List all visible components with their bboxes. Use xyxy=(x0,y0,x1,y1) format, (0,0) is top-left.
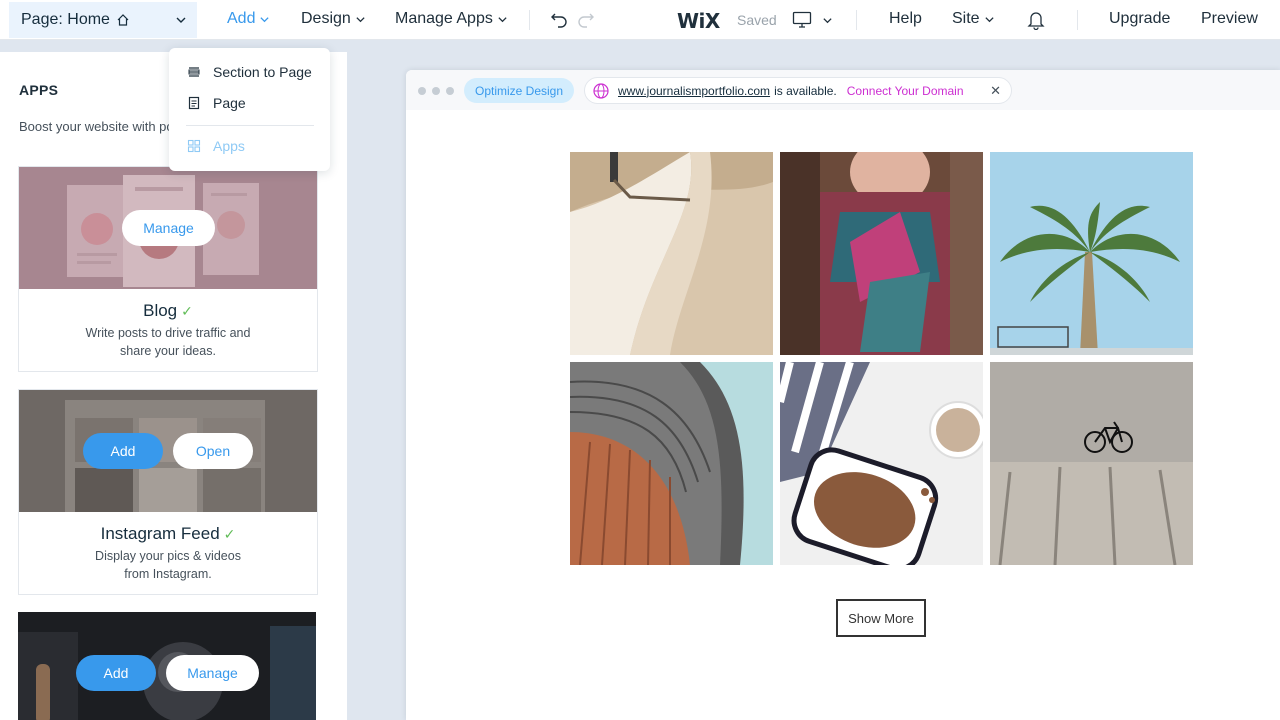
preview-button[interactable]: Preview xyxy=(1201,10,1258,28)
bell-icon xyxy=(1027,12,1045,30)
page-selector[interactable]: Page: Home xyxy=(9,2,197,38)
app-description-line: share your ideas. xyxy=(120,344,216,358)
app-name-label: Instagram Feed xyxy=(100,524,220,543)
site-canvas[interactable]: Optimize Design www.journalismportfolio.… xyxy=(406,70,1280,720)
chevron-down-icon xyxy=(984,16,994,22)
design-menu-label: Design xyxy=(301,10,351,27)
upgrade-button[interactable]: Upgrade xyxy=(1109,10,1170,28)
panel-title: APPS xyxy=(19,82,59,98)
manage-apps-label: Manage Apps xyxy=(395,10,493,27)
section-icon xyxy=(188,67,200,77)
apps-icon xyxy=(187,139,201,153)
site-menu-label: Site xyxy=(952,10,980,27)
add-menu-button[interactable]: Add xyxy=(227,10,270,28)
check-icon: ✓ xyxy=(181,303,193,319)
help-menu-button[interactable]: Help xyxy=(889,10,922,28)
undo-icon xyxy=(551,13,567,28)
desktop-icon xyxy=(792,11,812,28)
browser-bar: Optimize Design www.journalismportfolio.… xyxy=(406,70,1280,110)
third-app-add-button[interactable]: Add xyxy=(76,655,156,691)
app-name-instagram-feed: Instagram Feed ✓ xyxy=(19,524,317,544)
app-name-label: Blog xyxy=(143,301,178,320)
app-description-instagram: Display your pics & videos from Instagra… xyxy=(19,547,317,583)
instagram-add-button[interactable]: Add xyxy=(83,433,163,469)
gallery-photo-beach[interactable] xyxy=(570,152,773,355)
notifications-button[interactable] xyxy=(1027,10,1045,30)
design-menu-button[interactable]: Design xyxy=(301,10,366,28)
page-icon xyxy=(188,96,200,110)
show-more-button[interactable]: Show More xyxy=(836,599,926,637)
gallery-photo-woman-scarf[interactable] xyxy=(780,152,983,355)
instagram-open-button[interactable]: Open xyxy=(173,433,253,469)
optimize-design-button[interactable]: Optimize Design xyxy=(464,78,574,103)
add-menu-label: Add xyxy=(227,10,256,27)
chevron-down-icon xyxy=(823,17,832,23)
gallery-photo-coffee-snack[interactable] xyxy=(780,362,983,565)
app-card-third[interactable]: Add Manage xyxy=(18,612,318,720)
menu-item-apps[interactable]: Apps xyxy=(187,138,245,154)
saved-status: Saved xyxy=(737,12,777,28)
domain-url[interactable]: www.journalismportfolio.com xyxy=(618,84,770,98)
site-menu-button[interactable]: Site xyxy=(952,10,995,28)
third-app-manage-button[interactable]: Manage xyxy=(166,655,259,691)
app-name-blog: Blog ✓ xyxy=(19,301,317,321)
manage-apps-menu-button[interactable]: Manage Apps xyxy=(395,10,508,28)
domain-available-text: is available. xyxy=(774,83,837,98)
divider xyxy=(529,10,530,30)
device-switch-button[interactable] xyxy=(792,11,833,29)
menu-item-section-to-page[interactable]: Section to Page xyxy=(187,64,312,80)
app-description-line: Display your pics & videos xyxy=(95,549,241,563)
menu-item-label: Apps xyxy=(213,138,245,154)
chevron-down-icon xyxy=(175,13,187,31)
app-card-instagram-feed[interactable]: Add Open Instagram Feed ✓ Display your pi… xyxy=(18,389,318,595)
chevron-down-icon xyxy=(356,16,365,22)
blog-manage-button[interactable]: Manage xyxy=(122,210,215,246)
window-dot xyxy=(432,87,440,95)
gallery-photo-stadium[interactable] xyxy=(570,362,773,565)
app-description-line: Write posts to drive traffic and xyxy=(85,326,251,340)
close-icon[interactable]: ✕ xyxy=(990,83,1001,99)
app-description-blog: Write posts to drive traffic and share y… xyxy=(19,324,317,360)
menu-item-label: Page xyxy=(213,95,246,111)
home-icon xyxy=(116,13,130,27)
panel-description: Boost your website with pov xyxy=(19,119,181,134)
menu-divider xyxy=(186,125,314,126)
chevron-down-icon xyxy=(260,16,270,22)
divider xyxy=(856,10,857,30)
menu-item-label: Section to Page xyxy=(213,64,312,80)
check-icon: ✓ xyxy=(223,526,236,542)
blog-thumbnail: Manage xyxy=(19,167,317,289)
domain-banner: www.journalismportfolio.com is available… xyxy=(584,77,1012,104)
globe-icon xyxy=(593,82,609,99)
undo-button[interactable] xyxy=(550,11,568,29)
app-card-blog[interactable]: Manage Blog ✓ Write posts to drive traffi… xyxy=(18,166,318,372)
connect-domain-link[interactable]: Connect Your Domain xyxy=(847,84,964,98)
top-bar: Page: Home Add Design Manage Apps WiX Sa… xyxy=(0,0,1280,40)
window-dot xyxy=(418,87,426,95)
third-app-thumbnail: Add Manage xyxy=(18,612,316,720)
window-dot xyxy=(446,87,454,95)
add-menu-dropdown: Section to Page Page Apps xyxy=(169,48,330,171)
page-selector-label: Page: Home xyxy=(21,11,110,28)
gallery-photo-bicycle[interactable] xyxy=(990,362,1193,565)
redo-icon xyxy=(578,13,594,28)
divider xyxy=(1077,10,1078,30)
gallery-photo-palm-tree[interactable] xyxy=(990,152,1193,355)
redo-button[interactable] xyxy=(577,11,595,29)
wix-logo: WiX xyxy=(677,9,720,33)
chevron-down-icon xyxy=(498,16,507,22)
menu-item-page[interactable]: Page xyxy=(187,95,246,111)
instagram-thumbnail: Add Open xyxy=(19,390,317,512)
app-description-line: from Instagram. xyxy=(124,567,212,581)
instagram-preview-image xyxy=(19,390,317,512)
